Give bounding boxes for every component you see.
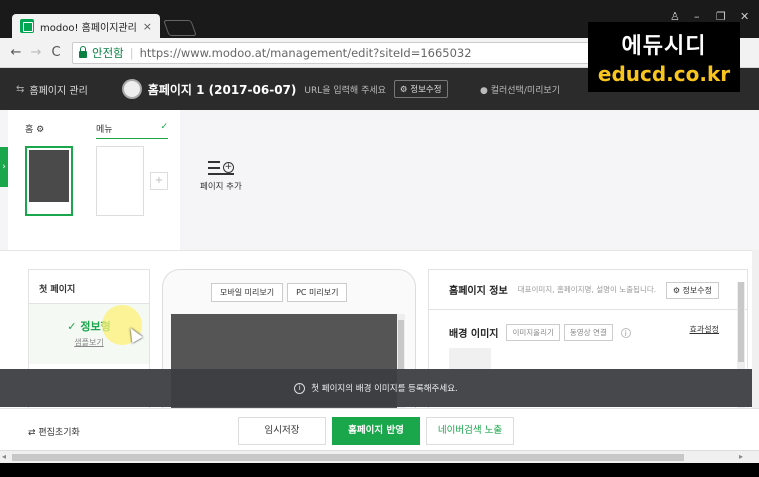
publish-homepage-button[interactable]: 홈페이지 반영 bbox=[332, 417, 420, 445]
scroll-left-icon[interactable]: ◂ bbox=[2, 452, 6, 461]
reset-edit-button[interactable]: ⇄ 편집초기화 bbox=[28, 425, 80, 438]
window-close-icon[interactable]: ✕ bbox=[740, 10, 749, 23]
page-strip: › 홈 ⚙ 메뉴 ✓ + + 페이지 추가 bbox=[0, 110, 759, 250]
mobile-preview-button[interactable]: 모바일 미리보기 bbox=[211, 283, 284, 302]
menu-page-label[interactable]: 메뉴 ✓ bbox=[96, 122, 168, 139]
forward-icon[interactable]: → bbox=[26, 45, 46, 60]
header-edit-info-label: 정보수정 bbox=[410, 85, 442, 95]
collapse-tab[interactable]: › bbox=[0, 147, 8, 187]
add-page-button[interactable]: + 페이지 추가 bbox=[200, 158, 242, 192]
home-page-label: 홈 ⚙ bbox=[25, 125, 45, 135]
site-title: 홈페이지 1 (2017-06-07) bbox=[147, 82, 297, 97]
info-icon[interactable]: i bbox=[620, 327, 631, 338]
color-preview-label: 컬러선택/미리보기 bbox=[490, 85, 560, 96]
tab-close-icon[interactable]: × bbox=[143, 20, 152, 33]
url-hint[interactable]: URL을 입력해 주세요 bbox=[304, 83, 386, 96]
watermark-url: educd.co.kr bbox=[597, 62, 731, 86]
watermark: 에듀시디 educd.co.kr bbox=[588, 22, 740, 92]
back-icon[interactable]: ← bbox=[6, 45, 26, 60]
homepage-management-link[interactable]: ⇆ 홈페이지 관리 bbox=[16, 82, 88, 97]
temp-save-button[interactable]: 임시저장 bbox=[238, 417, 326, 445]
pc-preview-button[interactable]: PC 미리보기 bbox=[287, 283, 348, 302]
management-label: 홈페이지 관리 bbox=[29, 85, 88, 97]
reload-icon[interactable]: C bbox=[46, 45, 66, 60]
link-video-button[interactable]: 동영상 연결 bbox=[563, 324, 613, 341]
lock-icon bbox=[79, 45, 87, 58]
watermark-korean: 에듀시디 bbox=[621, 34, 707, 59]
scroll-right-icon[interactable]: ▸ bbox=[739, 452, 743, 461]
toast-notification: i 첫 페이지의 배경 이미지를 등록해주세요. bbox=[0, 369, 752, 407]
swap-icon: ⇆ bbox=[16, 83, 25, 95]
screen-bottom-edge bbox=[0, 463, 759, 477]
info-circle-icon: i bbox=[294, 382, 306, 394]
add-page-icon: + bbox=[207, 158, 234, 176]
add-page-label: 페이지 추가 bbox=[200, 182, 242, 192]
address-bar[interactable]: 안전함 | https://www.modoo.at/management/ed… bbox=[72, 41, 632, 64]
menu-page-thumbnail[interactable] bbox=[96, 146, 144, 216]
toast-message: 첫 페이지의 배경 이미지를 등록해주세요. bbox=[311, 384, 458, 394]
info-edit-button[interactable]: ⚙ 정보수정 bbox=[665, 282, 719, 299]
info-panel-title: 홈페이지 정보 bbox=[449, 286, 508, 297]
browser-tab[interactable]: modoo! 홈페이지관리 × bbox=[12, 14, 160, 38]
background-image-title: 배경 이미지 bbox=[449, 329, 499, 340]
info-panel-description: 대표이미지, 홈페이지명, 설명이 노출됩니다. bbox=[517, 285, 657, 294]
new-tab-button[interactable] bbox=[163, 20, 197, 36]
preview-buttons: 모바일 미리보기 PC 미리보기 bbox=[211, 283, 348, 302]
home-page-thumbnail[interactable] bbox=[25, 146, 73, 216]
add-subpage-button[interactable]: + bbox=[150, 172, 168, 190]
modoo-favicon-icon bbox=[20, 19, 34, 33]
header-edit-info-button[interactable]: ⚙ 정보수정 bbox=[393, 80, 448, 98]
horizontal-scrollbar[interactable]: ◂ ▸ bbox=[0, 450, 759, 463]
address-separator: | bbox=[129, 45, 134, 60]
security-label: 안전함 bbox=[92, 45, 124, 60]
url-text: https://www.modoo.at/management/edit?sit… bbox=[139, 45, 472, 60]
first-page-heading: 첫 페이지 bbox=[29, 270, 149, 304]
color-preview-link[interactable]: ● 컬러선택/미리보기 bbox=[480, 83, 560, 96]
effect-setting-link[interactable]: 효과설정 bbox=[690, 324, 719, 335]
site-avatar bbox=[121, 79, 142, 99]
tab-title: modoo! 홈페이지관리 bbox=[40, 22, 137, 34]
naver-search-expose-button[interactable]: 네이버검색 노출 bbox=[426, 417, 514, 445]
check-icon: ✓ bbox=[160, 122, 168, 132]
bottom-action-bar: ⇄ 편집초기화 임시저장 홈페이지 반영 네이버검색 노출 bbox=[0, 408, 759, 450]
upload-image-button[interactable]: 이미지올리기 bbox=[506, 324, 560, 341]
